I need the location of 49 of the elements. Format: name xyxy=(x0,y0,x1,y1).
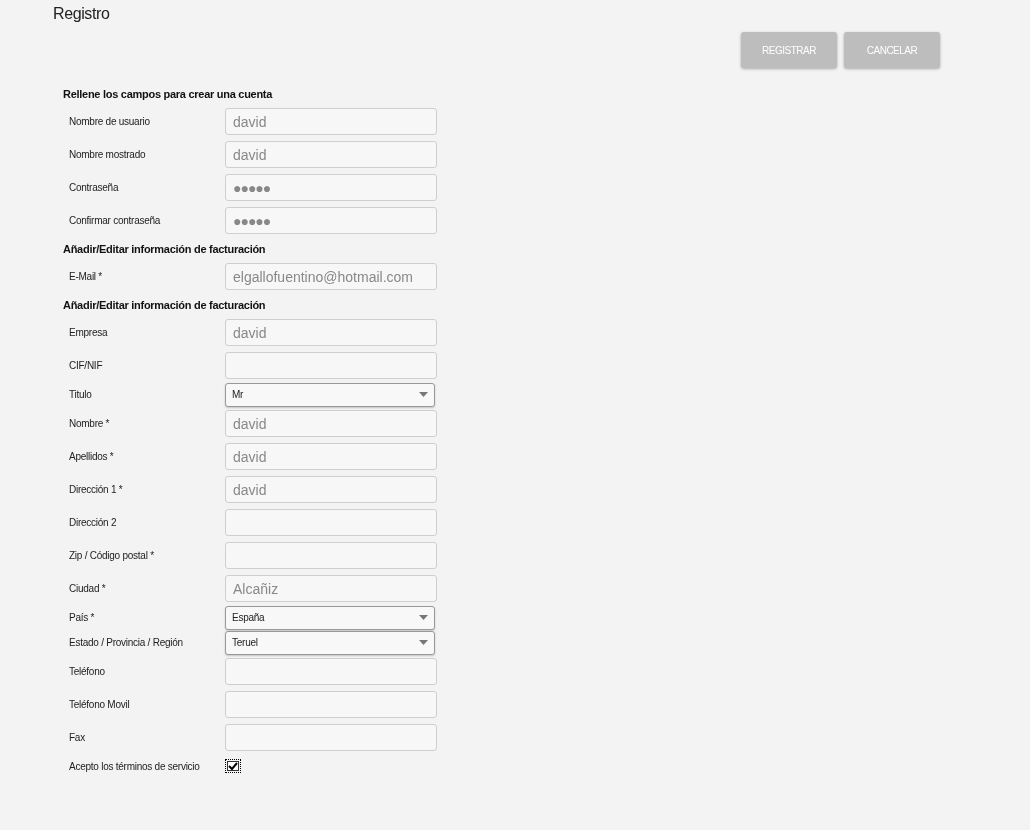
input-field[interactable]: david xyxy=(225,443,437,470)
password-field[interactable]: ●●●●● xyxy=(225,207,437,234)
checkbox[interactable] xyxy=(225,759,241,773)
dropdown[interactable]: Mr xyxy=(225,382,435,407)
input-field[interactable]: elgallofuentino@hotmail.com xyxy=(225,263,437,290)
input-field[interactable] xyxy=(225,509,437,536)
input-field[interactable]: Alcañiz xyxy=(225,575,437,602)
field-label: Nombre de usuario xyxy=(69,115,151,129)
field-label: Zip / Código postal * xyxy=(69,549,155,563)
section-heading: Añadir/Editar información de facturación xyxy=(63,242,267,257)
input-field[interactable]: david xyxy=(225,319,437,346)
input-field[interactable]: david xyxy=(225,476,437,503)
form-button[interactable]: CANCELAR xyxy=(844,32,940,68)
field-label: Teléfono Movil xyxy=(69,698,131,712)
field-label: Teléfono xyxy=(69,665,106,679)
dropdown[interactable]: Teruel xyxy=(225,630,435,655)
field-label: Confirmar contraseña xyxy=(69,214,162,228)
field-label: Dirección 2 xyxy=(69,516,118,530)
field-label: Empresa xyxy=(69,326,109,340)
input-field[interactable]: david xyxy=(225,141,437,168)
field-label: País * xyxy=(69,611,96,625)
field-label: Acepto los términos de servicio xyxy=(69,759,201,774)
section-heading: Añadir/Editar información de facturación xyxy=(63,298,267,313)
form-button[interactable]: REGISTRAR xyxy=(741,32,837,68)
field-label: Fax xyxy=(69,731,86,745)
input-field[interactable]: david xyxy=(225,410,437,437)
field-label: CIF/NIF xyxy=(69,359,104,373)
input-field[interactable] xyxy=(225,724,437,751)
dropdown-caret-icon xyxy=(419,392,428,397)
section-heading: Rellene los campos para crear una cuenta xyxy=(63,87,274,102)
field-label: Estado / Provincia / Región xyxy=(69,636,184,650)
field-label: Contraseña xyxy=(69,181,120,195)
dropdown-caret-icon xyxy=(419,615,428,620)
field-label: Nombre * xyxy=(69,417,111,431)
field-label: E-Mail * xyxy=(69,270,103,284)
page-title: Registro xyxy=(53,4,110,24)
field-label: Nombre mostrado xyxy=(69,148,147,162)
dropdown-caret-icon xyxy=(419,640,428,645)
password-field[interactable]: ●●●●● xyxy=(225,174,437,201)
field-label: Titulo xyxy=(69,388,93,402)
dropdown[interactable]: España xyxy=(225,605,435,630)
input-field[interactable]: david xyxy=(225,108,437,135)
input-field[interactable] xyxy=(225,352,437,379)
input-field[interactable] xyxy=(225,658,437,685)
input-field[interactable] xyxy=(225,691,437,718)
field-label: Dirección 1 * xyxy=(69,483,124,497)
field-label: Apellidos * xyxy=(69,450,115,464)
field-label: Ciudad * xyxy=(69,582,107,596)
input-field[interactable] xyxy=(225,542,437,569)
